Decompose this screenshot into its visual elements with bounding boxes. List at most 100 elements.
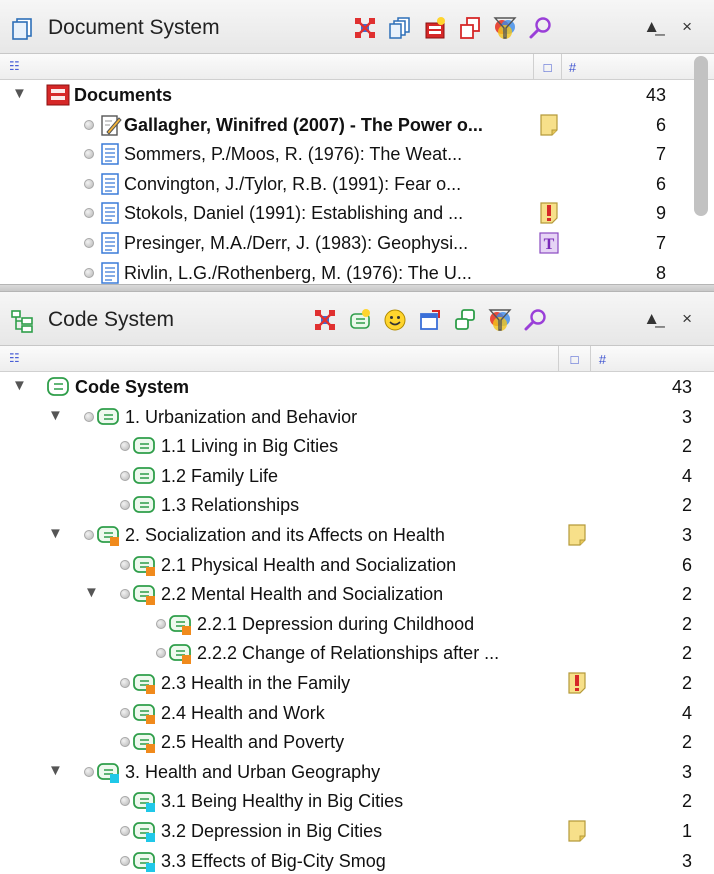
tree-row-document[interactable]: Sommers, P./Moos, R. (1976): The Weat...… xyxy=(0,139,714,169)
code-label: 3. Health and Urban Geography xyxy=(125,761,381,782)
status-dot-icon xyxy=(84,149,94,160)
tree-row-document[interactable]: Rivlin, L.G./Rothenberg, M. (1976): The … xyxy=(0,258,714,284)
code-icon xyxy=(133,585,155,606)
tree-row-document[interactable]: Convington, J./Tylor, R.B. (1991): Fear … xyxy=(0,169,714,199)
close-panel-button[interactable]: × xyxy=(682,17,692,37)
search-icon[interactable] xyxy=(520,305,549,334)
tree-row-code-system-root[interactable]: ▼ Code System 43 xyxy=(0,372,714,402)
code-count: 3 xyxy=(681,525,692,545)
code-count: 2 xyxy=(681,495,692,516)
edit-doc-icon xyxy=(101,114,122,136)
new-doc-icon[interactable] xyxy=(420,13,449,42)
text-doc-icon xyxy=(101,173,119,195)
code-icon xyxy=(97,762,119,783)
code-count: 6 xyxy=(681,554,692,575)
emoticode-icon[interactable] xyxy=(380,305,409,334)
memo-important-icon[interactable] xyxy=(566,671,588,695)
memo-note-icon[interactable] xyxy=(566,819,588,843)
status-dot-icon xyxy=(120,737,130,748)
filter-icon[interactable] xyxy=(485,305,514,334)
tree-row-document[interactable]: Presinger, M.A./Derr, J. (1983): Geophys… xyxy=(0,228,714,258)
code-label: 2. Socialization and its Affects on Heal… xyxy=(125,525,445,545)
color-column-header[interactable]: □ xyxy=(533,54,561,80)
code-count: 2 xyxy=(681,613,692,634)
reset-activations-icon[interactable] xyxy=(350,13,379,42)
tree-row-code[interactable]: 2.5 Health and Poverty 2 xyxy=(0,727,714,757)
code-label: 2.4 Health and Work xyxy=(161,702,325,723)
status-dot-icon xyxy=(84,411,94,422)
memo-note-icon[interactable] xyxy=(566,523,588,547)
filter-icon[interactable] xyxy=(490,13,519,42)
tree-row-code[interactable]: 3.1 Being Healthy in Big Cities 2 xyxy=(0,786,714,816)
tree-row-code[interactable]: 2.4 Health and Work 4 xyxy=(0,698,714,728)
tree-row-code[interactable]: ▼ 2. Socialization and its Affects on Hea… xyxy=(0,520,714,550)
expand-triangle-icon[interactable]: ▼ xyxy=(12,86,27,101)
document-label: Stokols, Daniel (1991): Establishing and… xyxy=(124,203,464,224)
status-dot-icon xyxy=(120,589,130,600)
tree-row-code[interactable]: 1.1 Living in Big Cities 2 xyxy=(0,431,714,461)
document-count: 6 xyxy=(655,173,666,194)
status-dot-icon xyxy=(84,208,94,219)
status-dot-icon xyxy=(84,238,94,248)
tree-row-code[interactable]: 1.3 Relationships 2 xyxy=(0,490,714,520)
close-panel-button[interactable]: × xyxy=(682,309,692,329)
status-dot-icon xyxy=(120,559,130,570)
document-system-title: Document System xyxy=(48,16,220,39)
status-dot-icon xyxy=(84,530,94,540)
expand-triangle-icon[interactable]: ▼ xyxy=(48,763,63,778)
code-count: 1 xyxy=(681,821,692,841)
code-system-toolbar xyxy=(310,305,549,334)
expand-triangle-icon[interactable]: ▼ xyxy=(84,585,99,600)
text-doc-icon xyxy=(101,261,119,284)
memo-important-icon[interactable] xyxy=(538,201,560,225)
tree-row-document[interactable]: Gallagher, Winifred (2007) - The Power o… xyxy=(0,110,714,140)
tree-row-code[interactable]: 2.2.2 Change of Relationships after ... 2 xyxy=(0,638,714,668)
status-dot-icon xyxy=(156,618,166,629)
document-system-window-buttons: ▲̲ × xyxy=(643,17,692,37)
documents-root-label: Documents xyxy=(74,85,173,105)
copy-docs-icon[interactable] xyxy=(385,13,414,42)
memo-note-icon[interactable] xyxy=(538,113,560,137)
expand-triangle-icon[interactable]: ▼ xyxy=(48,408,63,423)
search-icon[interactable] xyxy=(525,13,554,42)
code-count: 4 xyxy=(681,465,692,486)
tree-row-code[interactable]: ▼ 2.2 Mental Health and Socialization 2 xyxy=(0,579,714,609)
reset-activations-icon[interactable] xyxy=(310,305,339,334)
code-icon xyxy=(133,437,155,455)
count-column-header[interactable]: # xyxy=(590,346,614,372)
expand-triangle-icon[interactable]: ▼ xyxy=(48,526,63,541)
tree-row-code[interactable]: ▼ 3. Health and Urban Geography 3 xyxy=(0,757,714,787)
memo-theory-icon[interactable]: T xyxy=(538,231,560,255)
tree-row-code[interactable]: 3.2 Depression in Big Cities 1 xyxy=(0,816,714,846)
tree-header-icon[interactable]: ☷ xyxy=(9,59,20,73)
document-label: Sommers, P./Moos, R. (1976): The Weat... xyxy=(124,144,463,165)
new-code-icon[interactable] xyxy=(345,305,374,334)
code-icon xyxy=(133,851,155,872)
tree-row-code[interactable]: 2.1 Physical Health and Socialization 6 xyxy=(0,550,714,580)
code-count: 3 xyxy=(681,850,692,871)
export-icon[interactable] xyxy=(415,305,444,334)
duplicate-icon[interactable] xyxy=(455,13,484,42)
count-column-header[interactable]: # xyxy=(561,54,583,80)
link-icon[interactable] xyxy=(450,305,479,334)
document-tree-scrollbar[interactable] xyxy=(694,56,708,216)
color-column-header[interactable]: □ xyxy=(558,346,590,372)
tree-row-code[interactable]: 2.3 Health in the Family 2 xyxy=(0,668,714,698)
collapse-panel-button[interactable]: ▲̲ xyxy=(643,17,660,37)
tree-row-code[interactable]: 3.3 Effects of Big-City Smog 3 xyxy=(0,846,714,874)
tree-row-documents-root[interactable]: ▼ Documents 43 xyxy=(0,80,714,110)
tree-header-icon[interactable]: ☷ xyxy=(9,351,20,365)
document-label: Gallagher, Winifred (2007) - The Power o… xyxy=(124,114,483,135)
code-label: 1.2 Family Life xyxy=(161,465,279,486)
tree-row-code[interactable]: 2.2.1 Depression during Childhood 2 xyxy=(0,609,714,639)
code-icon xyxy=(133,792,155,813)
collapse-panel-button[interactable]: ▲̲ xyxy=(643,309,660,329)
tree-row-document[interactable]: Stokols, Daniel (1991): Establishing and… xyxy=(0,198,714,228)
document-system-panel: Document System ▲̲ × ☷ □ # ▼ Documents 4… xyxy=(0,0,714,284)
expand-triangle-icon[interactable]: ▼ xyxy=(12,378,27,393)
code-system-root-count: 43 xyxy=(671,377,692,397)
tree-row-code[interactable]: 1.2 Family Life 4 xyxy=(0,461,714,491)
tree-row-code[interactable]: ▼ 1. Urbanization and Behavior 3 xyxy=(0,402,714,432)
panel-splitter[interactable] xyxy=(0,284,714,292)
status-dot-icon xyxy=(120,826,130,836)
